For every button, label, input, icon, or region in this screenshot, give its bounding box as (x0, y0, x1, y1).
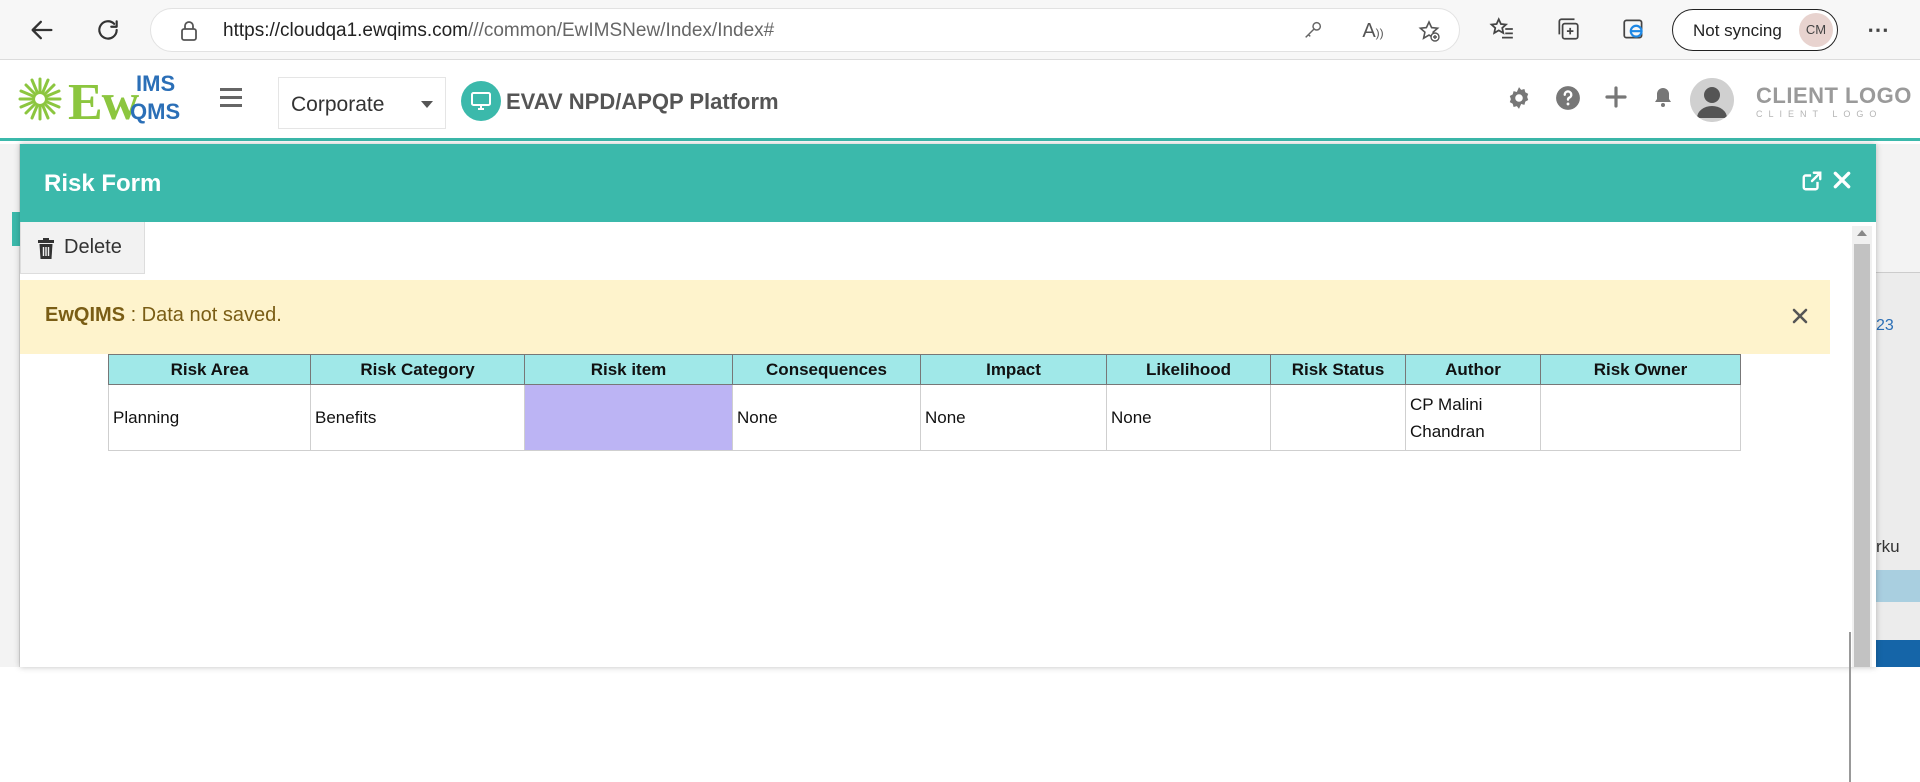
key-icon[interactable] (1301, 19, 1325, 43)
content-edge-divider (1849, 632, 1851, 782)
help-icon[interactable] (1553, 85, 1583, 115)
modal-title: Risk Form (44, 170, 162, 197)
lock-icon[interactable] (179, 20, 199, 47)
header-risk-category: Risk Category (310, 354, 525, 385)
logo-ew-text: Ew (68, 74, 139, 131)
close-modal-icon[interactable] (1830, 170, 1854, 194)
profile-avatar: CM (1799, 13, 1833, 47)
header-risk-status: Risk Status (1270, 354, 1406, 385)
address-bar[interactable]: https://cloudqa1.ewqims.com///common/EwI… (150, 8, 1460, 52)
modal-tools (1800, 170, 1854, 194)
collections-icon[interactable] (1554, 16, 1582, 44)
risk-table: Risk Area Risk Category Risk item Conseq… (108, 354, 1741, 451)
background-page-text: rku (1876, 537, 1900, 556)
sunburst-logo-icon (18, 77, 62, 121)
header-author: Author (1405, 354, 1541, 385)
add-plus-icon[interactable] (1601, 85, 1631, 115)
alert-close-icon[interactable] (1792, 304, 1808, 330)
more-options-icon[interactable]: ⋯ (1864, 16, 1892, 44)
url-text[interactable]: https://cloudqa1.ewqims.com///common/EwI… (223, 20, 774, 42)
header-likelihood: Likelihood (1106, 354, 1271, 385)
author-line1: CP Malini (1410, 394, 1483, 414)
background-page-number: 23 (1876, 317, 1894, 334)
settings-gear-icon[interactable] (1504, 85, 1534, 115)
author-line2: Chandran (1410, 421, 1485, 441)
organization-select[interactable]: Corporate (278, 77, 446, 129)
header-risk-owner: Risk Owner (1540, 354, 1741, 385)
header-risk-area: Risk Area (108, 354, 311, 385)
background-page-left-teal (12, 212, 20, 246)
modal-header: Risk Form (20, 144, 1876, 222)
hamburger-menu-icon[interactable] (220, 88, 244, 108)
sync-label: Not syncing (1693, 21, 1782, 40)
delete-button[interactable]: Delete (20, 222, 145, 274)
ewqims-logo[interactable]: Ew IMS QMS (18, 71, 198, 131)
platform-title[interactable]: EVAV NPD/APQP Platform (506, 89, 779, 115)
organization-select-value: Corporate (291, 93, 385, 116)
notification-bell-icon[interactable] (1648, 85, 1678, 115)
alert-banner: EwQIMS : Data not saved. (20, 280, 1830, 354)
logo-ims-text: IMS (136, 71, 176, 96)
risk-form-modal: Risk Form Delete EwQIMS : Data not saved… (20, 144, 1876, 782)
user-avatar[interactable] (1690, 78, 1734, 122)
trash-icon (37, 238, 55, 264)
modal-scrollbar[interactable] (1852, 226, 1872, 667)
scrollbar-thumb[interactable] (1854, 244, 1870, 667)
url-path: ///common/EwIMSNew/Index/Index# (468, 20, 775, 41)
open-external-icon[interactable] (1800, 170, 1824, 194)
cell-likelihood[interactable]: None (1106, 384, 1271, 451)
ie-mode-icon[interactable] (1620, 16, 1648, 44)
browser-toolbar: https://cloudqa1.ewqims.com///common/EwI… (0, 0, 1920, 60)
table-row[interactable]: Planning Benefits None None None CP Mali… (108, 384, 1741, 451)
logo-qms-text: QMS (130, 99, 181, 124)
cell-risk-owner[interactable] (1540, 384, 1741, 451)
alert-message: : Data not saved. (125, 304, 282, 326)
app-header: Ew IMS QMS Corporate EVAV NPD/APQP Platf… (0, 61, 1920, 141)
caret-down-icon (421, 101, 433, 108)
alert-brand: EwQIMS (45, 304, 126, 326)
sync-profile-button[interactable]: Not syncing CM (1672, 9, 1838, 51)
monitor-icon[interactable] (461, 81, 501, 121)
background-page-dark-blue-row (1876, 640, 1920, 667)
alert-text: EwQIMS : Data not saved. (45, 304, 282, 327)
header-risk-item: Risk item (524, 354, 733, 385)
scroll-up-arrow-icon[interactable] (1857, 230, 1867, 236)
cell-risk-category[interactable]: Benefits (310, 384, 525, 451)
cell-author[interactable]: CP Malini Chandran (1405, 384, 1541, 451)
cell-consequences[interactable]: None (732, 384, 921, 451)
risk-table-header-row: Risk Area Risk Category Risk item Conseq… (108, 354, 1741, 385)
client-logo-text: CLIENT LOGO (1756, 83, 1912, 108)
url-host: https://cloudqa1.ewqims.com (223, 20, 469, 41)
cell-risk-area[interactable]: Planning (108, 384, 311, 451)
header-impact: Impact (920, 354, 1107, 385)
cell-risk-status[interactable] (1270, 384, 1406, 451)
refresh-icon[interactable] (90, 12, 126, 48)
header-consequences: Consequences (732, 354, 921, 385)
client-logo: CLIENT LOGO CLIENT LOGO (1756, 83, 1912, 123)
add-favorite-icon[interactable] (1417, 19, 1441, 43)
read-aloud-icon[interactable]: A)) (1361, 19, 1385, 43)
cell-impact[interactable]: None (920, 384, 1107, 451)
cell-risk-item[interactable] (524, 384, 733, 451)
background-page-blue-row (1876, 570, 1920, 602)
favorites-icon[interactable] (1488, 16, 1516, 44)
back-icon[interactable] (24, 12, 60, 48)
delete-button-label: Delete (64, 236, 122, 258)
client-logo-subtext: CLIENT LOGO (1756, 109, 1883, 119)
